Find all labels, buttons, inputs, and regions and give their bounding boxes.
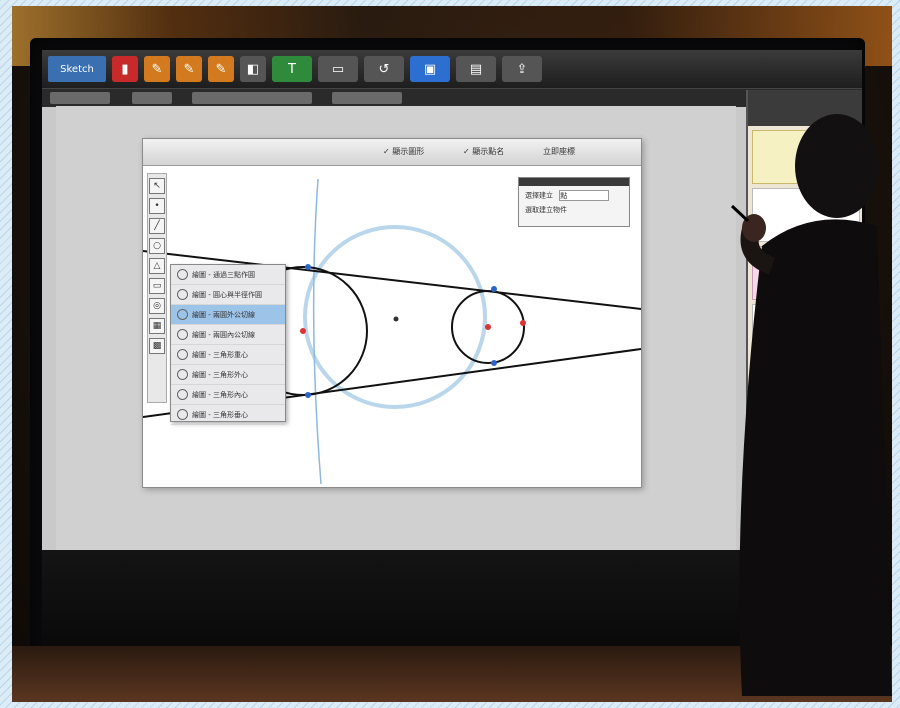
line-tool-icon[interactable]: ╱	[149, 218, 165, 234]
file-icon[interactable]: ▮	[112, 56, 138, 82]
main-toolbar: Sketch ▮ ✎ ✎ ✎ ◧ T ▭ ↺ ▣ ▤ ⇪	[42, 50, 862, 88]
point-center-left	[300, 328, 306, 334]
align-options[interactable]	[332, 92, 402, 104]
text-tool-icon[interactable]: T	[272, 56, 312, 82]
point-d-dot	[305, 392, 311, 398]
panel-label-1: 選擇建立	[525, 191, 553, 200]
point-y-dot	[520, 320, 526, 326]
transform-tool-icon[interactable]: ▦	[149, 318, 165, 334]
panel-select[interactable]: 點	[559, 190, 610, 201]
triangle-icon	[177, 389, 188, 400]
measure-tool-icon[interactable]: ▭	[149, 278, 165, 294]
construction-menu: 繪圖 - 通過三點作圓 繪圖 - 圓心與半徑作圓 繪圖 - 兩圓外公切線 繪圖 …	[170, 264, 286, 425]
menu-item[interactable]: 繪圖 - 圓心與半徑作圓	[171, 285, 285, 305]
construct-tool-icon[interactable]: ◎	[149, 298, 165, 314]
menu-item[interactable]: 繪圖 - 三角形重心	[171, 345, 285, 365]
font-select[interactable]	[50, 92, 110, 104]
export-icon[interactable]: ⇪	[502, 56, 542, 82]
grid-tool-icon[interactable]: ▩	[149, 338, 165, 354]
blue-curve	[312, 178, 322, 485]
photo: Sketch ▮ ✎ ✎ ✎ ◧ T ▭ ↺ ▣ ▤ ⇪ ✓ 顯示圖形 ✓ 顯示…	[12, 6, 892, 702]
stylus-icon	[730, 204, 750, 223]
triangle-icon	[177, 349, 188, 360]
panel-label-2[interactable]: 選取建立物件	[519, 201, 629, 215]
selection-panel: 選擇建立 點 選取建立物件	[518, 177, 630, 227]
pointer-tool-icon[interactable]: ↖	[149, 178, 165, 194]
tangent-icon	[177, 329, 188, 340]
app-logo[interactable]: Sketch	[48, 56, 106, 82]
style-options[interactable]	[192, 92, 312, 104]
point-center-right	[485, 324, 491, 330]
point-c-dot	[305, 264, 311, 270]
pen-orange-icon[interactable]: ✎	[176, 56, 202, 82]
menu-item-selected[interactable]: 繪圖 - 兩圓外公切線	[171, 305, 285, 325]
polygon-tool-icon[interactable]: △	[149, 258, 165, 274]
eraser-icon[interactable]: ◧	[240, 56, 266, 82]
pen-yellow-icon[interactable]: ✎	[208, 56, 234, 82]
torso	[739, 219, 892, 697]
menu-item[interactable]: 繪圖 - 三角形內心	[171, 385, 285, 405]
menu-item[interactable]: 繪圖 - 三角形外心	[171, 365, 285, 385]
point-f-dot	[491, 360, 497, 366]
menu-item[interactable]: 繪圖 - 通過三點作圓	[171, 265, 285, 285]
drawing-tools: ↖ • ╱ ○ △ ▭ ◎ ▦ ▩	[147, 173, 167, 403]
circle-tool-icon[interactable]: ○	[149, 238, 165, 254]
select-icon[interactable]: ▣	[410, 56, 450, 82]
circle-icon	[177, 269, 188, 280]
size-select[interactable]	[132, 92, 172, 104]
triangle-icon	[177, 409, 188, 420]
point-f	[393, 316, 399, 322]
menu-item[interactable]: 繪圖 - 三角形垂心	[171, 405, 285, 425]
undo-icon[interactable]: ↺	[364, 56, 404, 82]
pen-red-icon[interactable]: ✎	[144, 56, 170, 82]
point-tool-icon[interactable]: •	[149, 198, 165, 214]
circle-icon	[177, 289, 188, 300]
head	[795, 114, 879, 218]
shape-tool-icon[interactable]: ▭	[318, 56, 358, 82]
page-icon[interactable]: ▤	[456, 56, 496, 82]
menu-item[interactable]: 繪圖 - 兩圓內公切線	[171, 325, 285, 345]
point-e-dot	[491, 286, 497, 292]
tangent-icon	[177, 309, 188, 320]
triangle-icon	[177, 369, 188, 380]
presenter-silhouette	[730, 114, 892, 697]
